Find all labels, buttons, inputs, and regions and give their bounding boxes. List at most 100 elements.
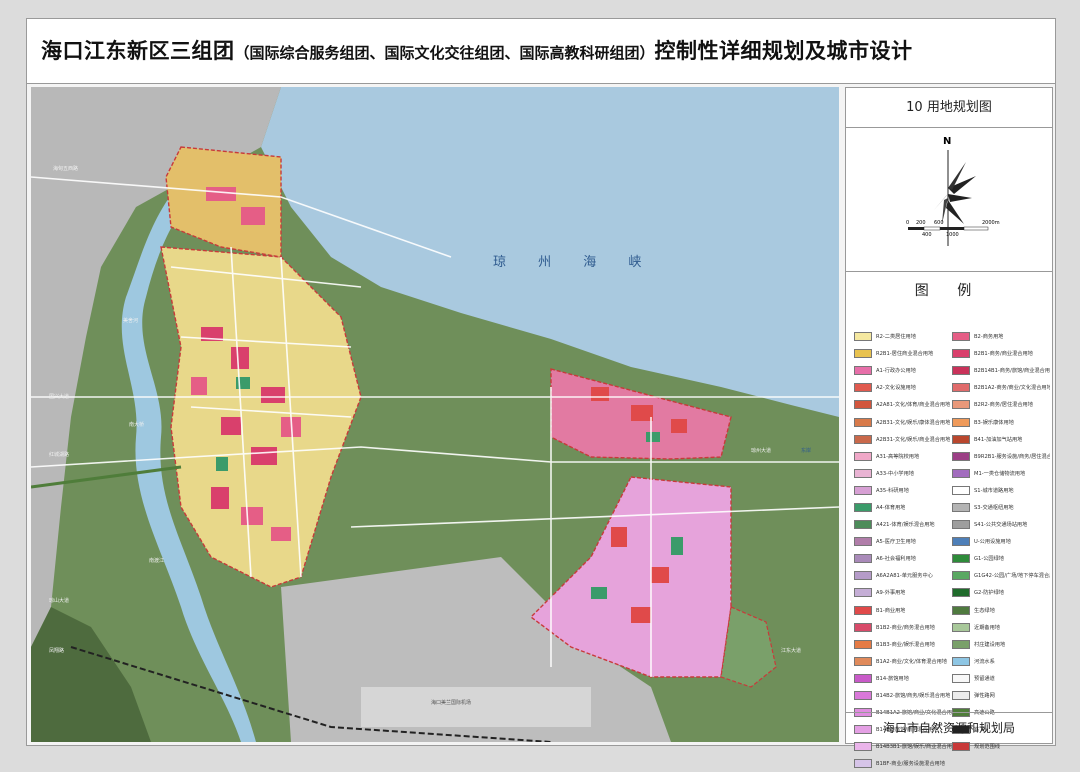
- legend-label: G1-公园绿地: [974, 556, 1004, 563]
- legend-item: A33-中小学用地: [854, 465, 952, 482]
- road-label-9: 琼州大道: [751, 448, 772, 454]
- legend-swatch: [952, 366, 970, 376]
- legend-label: 河流水系: [974, 658, 995, 665]
- legend-item: B2B1A2-商务/商业/文化混合用地: [952, 379, 1050, 396]
- legend-swatch: [952, 383, 970, 393]
- legend-label: A6A2A81-单元服务中心: [876, 573, 933, 580]
- legend-label: B2B1A2-商务/商业/文化混合用地: [974, 385, 1050, 392]
- legend-swatch: [952, 451, 970, 461]
- legend-swatch: [854, 639, 872, 649]
- legend-item: A1-行政办公用地: [854, 362, 952, 379]
- legend-label: 村庄建设用地: [974, 641, 1006, 648]
- land-use-map[interactable]: 琼 州 海 峡 海甸五西路 美舍河 国兴大道 红城湖路 南渡江 琼山大道 凤翔路…: [31, 87, 839, 742]
- legend-swatch: [854, 451, 872, 461]
- legend-swatch: [952, 349, 970, 359]
- legend-item: A5-医疗卫生用地: [854, 533, 952, 550]
- legend-label: B2-商务用地: [974, 334, 1004, 341]
- legend-swatch: [854, 622, 872, 632]
- legend-label: B2B14B1-商务/旅馆/商业混合用地: [974, 368, 1050, 375]
- legend-item: B2B1-商务/商业混合用地: [952, 345, 1050, 362]
- legend-item: B14-旅馆用地: [854, 670, 952, 687]
- road-label-5: 南渡江: [149, 558, 165, 564]
- legend-label: 生态绿地: [974, 607, 995, 614]
- title-main: 海口江东新区三组团: [41, 39, 235, 63]
- drawing-title: 10 用地规划图: [846, 88, 1052, 128]
- legend-label: B2B1-商务/商业混合用地: [974, 351, 1033, 358]
- strait-label: 琼 州 海 峡: [493, 255, 656, 270]
- legend-swatch: [854, 400, 872, 410]
- legend-item: A4-体育用地: [854, 499, 952, 516]
- legend-swatch: [854, 537, 872, 547]
- legend-swatch: [952, 537, 970, 547]
- legend-item: B1B3-商业/娱乐混合用地: [854, 636, 952, 653]
- legend-item: 近期备用地: [952, 619, 1050, 636]
- legend-item: 河流水系: [952, 653, 1050, 670]
- legend-item: A2A81-文化/体育/商业混合用地: [854, 396, 952, 413]
- legend-swatch: [854, 520, 872, 530]
- legend-swatch: [952, 468, 970, 478]
- legend-label: S41-公共交通场站用地: [974, 522, 1028, 529]
- legend-label: B3-娱乐康体用地: [974, 419, 1014, 426]
- map-canvas: [31, 87, 839, 742]
- road-label-11: 东岸: [801, 448, 812, 454]
- legend-swatch: [952, 332, 970, 342]
- road-label-3: 国兴大道: [49, 394, 70, 400]
- legend-label: G1G42-公园/广场/地下停车混合用地: [974, 573, 1050, 580]
- legend-label: S3-交通枢纽用地: [974, 504, 1014, 511]
- legend-swatch: [854, 742, 872, 752]
- legend-item: B1A2-商业/文化/体育混合用地: [854, 653, 952, 670]
- legend-label: A9-外事用地: [876, 590, 906, 597]
- legend-item: S1-城市道路用地: [952, 482, 1050, 499]
- legend-label: A5-医疗卫生用地: [876, 539, 916, 546]
- legend-label: R2B1-居住商业混合用地: [876, 351, 934, 358]
- scale-0: 0: [906, 220, 910, 226]
- legend-swatch: [952, 742, 970, 752]
- road-label-7: 凤翔路: [49, 648, 65, 654]
- legend-item: S3-交通枢纽用地: [952, 499, 1050, 516]
- info-panel: 10 用地规划图 N 0 200 600 2000m 400 1000 图 例 …: [845, 87, 1053, 769]
- road-label-10: 江东大道: [781, 648, 802, 654]
- legend-item: 弹性路网: [952, 687, 1050, 704]
- legend-swatch: [854, 349, 872, 359]
- legend-column-left: R2-二类居住用地 R2B1-居住商业混合用地 A1-行政办公用地 A2-文化设施用地…: [854, 328, 952, 772]
- plan-title: 海口江东新区三组团（国际综合服务组团、国际文化交往组团、国际高教科研组团）控制性…: [41, 35, 913, 65]
- legend-item: M1-一类仓储物流用地: [952, 465, 1050, 482]
- legend-swatch: [952, 605, 970, 615]
- legend-label: A31-高等院校用地: [876, 453, 920, 460]
- legend-swatch: [952, 673, 970, 683]
- legend-label: A6-社会福利用地: [876, 556, 916, 563]
- scale-600: 600: [934, 220, 944, 226]
- legend-label: A35-科研用地: [876, 487, 909, 494]
- runway-area: [361, 687, 591, 727]
- legend-item: R2B1-居住商业混合用地: [854, 345, 952, 362]
- legend-swatch: [952, 639, 970, 649]
- legend-label: A4-体育用地: [876, 504, 906, 511]
- legend-item: B3-娱乐康体用地: [952, 413, 1050, 430]
- legend-item: B2R2-商务/居住混合用地: [952, 396, 1050, 413]
- legend-item: A2-文化设施用地: [854, 379, 952, 396]
- legend-swatch: [854, 434, 872, 444]
- legend-item: B2B14B1-商务/旅馆/商业混合用地: [952, 362, 1050, 379]
- legend-item: A6-社会福利用地: [854, 550, 952, 567]
- legend-swatch: [854, 554, 872, 564]
- legend-item: A421-体育/娱乐混合用地: [854, 516, 952, 533]
- legend-label: B9R2B1-服务设施/商务/居住混合用地: [974, 453, 1050, 460]
- legend-label: A2-文化设施用地: [876, 385, 916, 392]
- legend-item: U-公用设施用地: [952, 533, 1050, 550]
- legend-label: A421-体育/娱乐混合用地: [876, 522, 935, 529]
- scale-400: 400: [922, 232, 932, 238]
- legend-item: A31-高等院校用地: [854, 448, 952, 465]
- legend-swatch: [854, 588, 872, 598]
- legend-item: B14B2-旅馆/商务/娱乐混合用地: [854, 687, 952, 704]
- legend-label: A2B31-文化/娱乐/商业混合用地: [876, 436, 951, 443]
- legend-swatch: [952, 400, 970, 410]
- road-label-4: 红城湖路: [49, 452, 70, 458]
- legend-label: A1-行政办公用地: [876, 368, 916, 375]
- legend-item: B1-商业用地: [854, 602, 952, 619]
- legend-label: B14-旅馆用地: [876, 675, 909, 682]
- legend-item: 预留通道: [952, 670, 1050, 687]
- title-sub: （国际综合服务组团、国际文化交往组团、国际高教科研组团）: [234, 44, 655, 62]
- legend-label: B14B3B1-旅馆/娱乐/商业混合用地: [876, 744, 952, 751]
- road-label-1: 海甸五西路: [53, 166, 79, 172]
- legend-swatch: [854, 656, 872, 666]
